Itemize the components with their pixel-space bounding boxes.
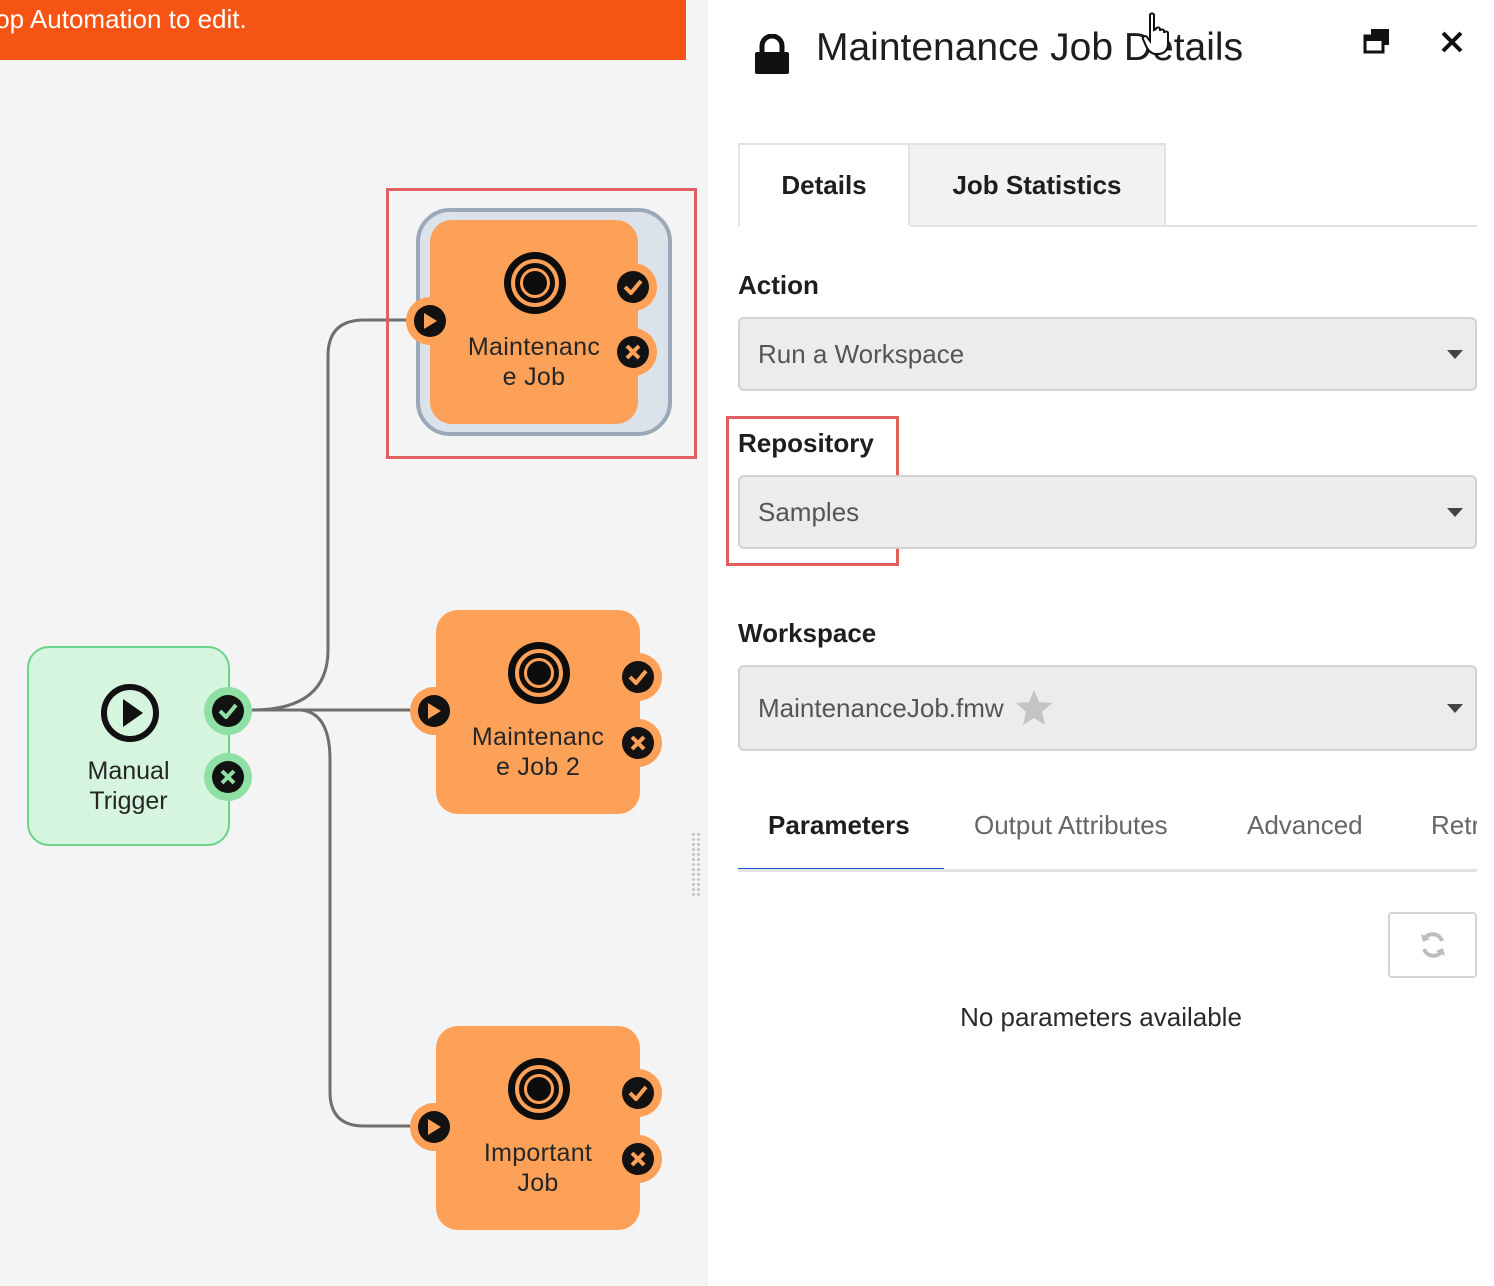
tab-parameters[interactable]: Parameters [768,810,910,841]
failure-port[interactable] [614,719,662,767]
x-icon [625,344,641,360]
action-value: Run a Workspace [758,338,965,369]
target-icon [508,1058,570,1120]
play-icon [428,703,441,719]
play-circle-icon [101,684,159,742]
input-port[interactable] [406,297,454,345]
parameter-tabs: Parameters Output Attributes Advanced Re… [738,798,1477,872]
repository-label: Repository [738,428,874,458]
panel-title: Maintenance Job Details [816,26,1244,69]
x-icon [630,735,646,751]
tab-details[interactable]: Details [738,143,910,227]
details-panel: Maintenance Job Details Details Job Stat… [708,0,1494,1286]
success-port[interactable] [614,1069,662,1117]
repository-select[interactable]: Samples [738,475,1477,549]
workspace-select[interactable]: MaintenanceJob.fmw [738,665,1477,751]
success-port[interactable] [609,263,657,311]
caret-down-icon [1447,704,1463,713]
input-port[interactable] [410,687,458,735]
failure-port[interactable] [204,753,252,801]
refresh-button[interactable] [1388,912,1477,978]
workspace-value: MaintenanceJob.fmw [758,692,1004,723]
tab-job-statistics[interactable]: Job Statistics [910,143,1166,227]
hand-cursor-icon [1141,12,1169,55]
success-port[interactable] [614,653,662,701]
caret-down-icon [1447,508,1463,517]
active-tab-indicator [738,868,944,869]
action-label: Action [738,270,819,300]
empty-parameters-message: No parameters available [960,1002,1242,1032]
target-icon [508,642,570,704]
failure-port[interactable] [609,328,657,376]
refresh-icon [1420,932,1445,958]
failure-port[interactable] [614,1135,662,1183]
target-icon [504,252,566,314]
check-icon [628,1085,648,1101]
play-icon [424,313,437,329]
lock-icon [755,34,789,74]
action-select[interactable]: Run a Workspace [738,317,1477,391]
manual-trigger-node[interactable]: Manual Trigger [27,646,230,846]
panel-resize-handle[interactable] [691,832,701,896]
close-icon[interactable] [1440,30,1464,54]
tab-retry[interactable]: Retr [1431,810,1477,841]
star-icon[interactable] [1014,689,1054,727]
x-icon [220,769,236,785]
important-job-node[interactable]: Important Job [436,1026,640,1230]
check-icon [623,279,643,295]
workspace-label: Workspace [738,618,877,648]
connector-to-important-job [299,708,410,1128]
x-icon [630,1151,646,1167]
input-port[interactable] [410,1103,458,1151]
detail-tabs: Details Job Statistics [738,143,1477,227]
repository-value: Samples [758,496,860,527]
play-icon [428,1119,441,1135]
caret-down-icon [1447,350,1463,359]
node-label: Manual Trigger [87,757,170,815]
tab-output-attributes[interactable]: Output Attributes [974,810,1168,841]
check-icon [628,669,648,685]
check-icon [218,703,238,719]
maintenance-job-2-node[interactable]: Maintenanc e Job 2 [436,610,640,814]
success-port[interactable] [204,687,252,735]
restore-window-icon[interactable] [1362,26,1392,56]
node-label: Important Job [483,1139,593,1197]
workflow-canvas[interactable]: top Automation to edit. Maintenanc e Job… [0,0,708,1286]
maintenance-job-node[interactable]: Maintenanc e Job [430,220,638,424]
tab-advanced[interactable]: Advanced [1247,810,1363,841]
node-label: Maintenanc e Job [467,333,601,391]
node-label: Maintenanc e Job 2 [471,723,605,781]
